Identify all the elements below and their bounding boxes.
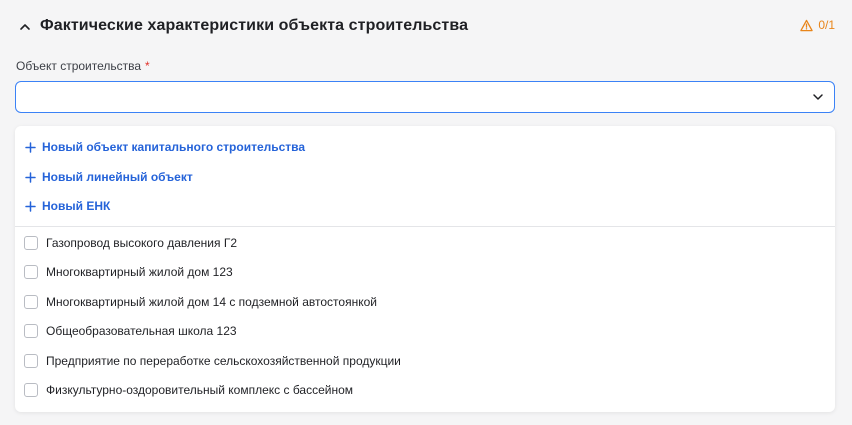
chevron-down-icon[interactable]	[812, 91, 824, 103]
chevron-up-icon[interactable]	[18, 20, 32, 34]
warning-icon	[800, 19, 814, 31]
option-item[interactable]: Многоквартирный жилой дом 123	[24, 262, 233, 282]
option-label: Предприятие по переработке сельскохозяйс…	[46, 354, 401, 368]
action-label: Новый линейный объект	[42, 170, 193, 184]
option-label: Общеобразовательная школа 123	[46, 324, 237, 338]
new-linear-object-button[interactable]: Новый линейный объект	[25, 167, 193, 187]
new-enk-button[interactable]: Новый ЕНК	[25, 196, 110, 216]
required-marker: *	[145, 59, 150, 73]
plus-icon	[25, 171, 36, 183]
completion-status: 0/1	[800, 18, 835, 32]
option-label: Газопровод высокого давления Г2	[46, 236, 238, 250]
plus-icon	[25, 200, 36, 212]
option-item[interactable]: Многоквартирный жилой дом 14 с подземной…	[24, 292, 377, 312]
divider	[15, 226, 835, 227]
construction-object-select[interactable]	[15, 81, 835, 113]
action-label: Новый объект капитального строительства	[42, 140, 306, 154]
checkbox[interactable]	[24, 265, 38, 279]
checkbox[interactable]	[24, 383, 38, 397]
checkbox[interactable]	[24, 295, 38, 309]
completion-count: 0/1	[818, 18, 835, 32]
option-label: Физкультурно-оздоровительный комплекс с …	[46, 383, 354, 397]
select-dropdown: Новый объект капитального строительства …	[15, 126, 835, 412]
new-capital-object-button[interactable]: Новый объект капитального строительства	[25, 137, 305, 157]
section-title: Фактические характеристики объекта строи…	[40, 17, 469, 34]
option-label: Многоквартирный жилой дом 123	[46, 265, 233, 279]
field-label: Объект строительства *	[16, 59, 150, 73]
option-item[interactable]: Физкультурно-оздоровительный комплекс с …	[24, 380, 353, 400]
action-label: Новый ЕНК	[42, 199, 111, 213]
plus-icon	[25, 141, 36, 153]
checkbox[interactable]	[24, 236, 38, 250]
section-header: Фактические характеристики объекта строи…	[0, 0, 852, 56]
option-item[interactable]: Газопровод высокого давления Г2	[24, 233, 237, 253]
checkbox[interactable]	[24, 354, 38, 368]
option-item[interactable]: Предприятие по переработке сельскохозяйс…	[24, 351, 401, 371]
option-label: Многоквартирный жилой дом 14 с подземной…	[46, 295, 377, 309]
field-label-text: Объект строительства	[16, 59, 142, 73]
checkbox[interactable]	[24, 324, 38, 338]
option-item[interactable]: Общеобразовательная школа 123	[24, 321, 237, 341]
